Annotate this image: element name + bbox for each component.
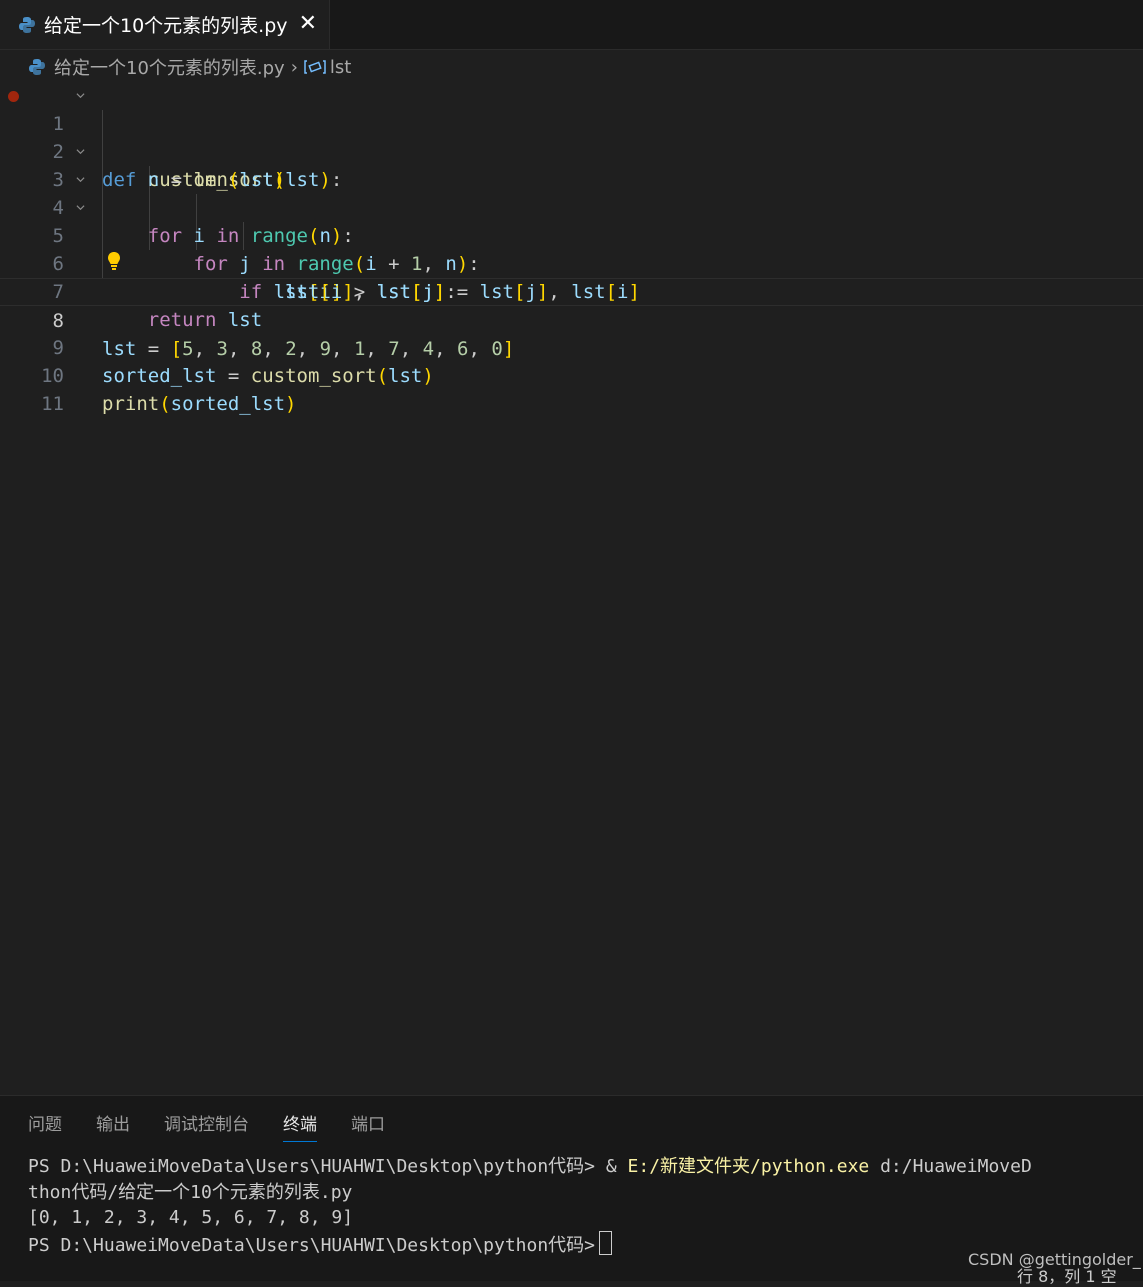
chevron-down-icon[interactable] bbox=[76, 91, 85, 100]
chevron-down-icon[interactable] bbox=[76, 147, 85, 156]
breadcrumb-file[interactable]: 给定一个10个元素的列表.py bbox=[54, 54, 285, 80]
terminal[interactable]: PS D:\HuaweiMoveData\Users\HUAHWI\Deskto… bbox=[28, 1154, 1032, 1258]
python-icon bbox=[19, 16, 35, 33]
code-line[interactable]: 10 print(sorted_lst) bbox=[0, 334, 1143, 415]
code-line[interactable]: 5 if lst[i] > lst[j]: bbox=[0, 194, 1143, 303]
chevron-down-icon[interactable] bbox=[76, 203, 85, 212]
code-line[interactable]: 1 def custom_sort(lst): bbox=[0, 82, 1143, 191]
code-line[interactable]: 11 bbox=[0, 362, 1143, 415]
code-editor[interactable]: 1 def custom_sort(lst): 2 n = len(lst) 3… bbox=[0, 82, 1143, 415]
terminal-cursor bbox=[599, 1230, 613, 1255]
variable-icon bbox=[304, 60, 326, 74]
tab-ports[interactable]: 端口 bbox=[351, 1110, 385, 1142]
code-line[interactable]: 6 lst[i], lst[j] = lst[j], lst[i] bbox=[0, 222, 1143, 303]
breakpoint-icon[interactable] bbox=[8, 91, 19, 102]
code-line[interactable]: 2 n = len(lst) bbox=[0, 110, 1143, 191]
code-line[interactable]: 4 for j in range(i + 1, n): bbox=[0, 166, 1143, 275]
breadcrumb-separator: › bbox=[290, 56, 298, 78]
tab-terminal[interactable]: 终端 bbox=[283, 1110, 317, 1142]
panel-tabs: 问题 输出 调试控制台 终端 端口 bbox=[28, 1110, 419, 1142]
code-line[interactable]: 7 return lst bbox=[0, 250, 1143, 331]
tab-title: 给定一个10个元素的列表.py bbox=[44, 15, 288, 37]
breadcrumb: 给定一个10个元素的列表.py › lst bbox=[28, 54, 351, 80]
code-line[interactable]: 9 sorted_lst = custom_sort(lst) bbox=[0, 306, 1143, 387]
tab-debug-console[interactable]: 调试控制台 bbox=[164, 1110, 249, 1142]
chevron-down-icon[interactable] bbox=[76, 175, 85, 184]
code-line-current[interactable]: 8 lst = [5, 3, 8, 2, 9, 1, 7, 4, 6, 0] bbox=[0, 278, 1143, 360]
breadcrumb-symbol[interactable]: lst bbox=[330, 57, 351, 78]
terminal-prompt: PS D:\HuaweiMoveData\Users\HUAHWI\Deskto… bbox=[28, 1234, 596, 1256]
line-number: 11 bbox=[41, 393, 64, 415]
code-line[interactable]: 3 for i in range(n): bbox=[0, 138, 1143, 247]
python-icon bbox=[29, 59, 45, 75]
lightbulb-icon[interactable] bbox=[106, 251, 122, 271]
terminal-prompt: PS D:\HuaweiMoveData\Users\HUAHWI\Deskto… bbox=[28, 1156, 628, 1177]
close-icon[interactable]: ✕ bbox=[299, 11, 317, 37]
terminal-output: [0, 1, 2, 3, 4, 5, 6, 7, 8, 9] bbox=[28, 1207, 354, 1228]
terminal-exe: E:/新建文件夹/python.exe bbox=[627, 1156, 870, 1177]
editor-tab[interactable]: 给定一个10个元素的列表.py ✕ bbox=[0, 0, 330, 49]
tab-problems[interactable]: 问题 bbox=[28, 1110, 62, 1142]
terminal-arg: d:/HuaweiMoveD bbox=[869, 1156, 1032, 1177]
code-text: print(sorted_lst) bbox=[102, 393, 297, 415]
terminal-line: thon代码/给定一个10个元素的列表.py bbox=[28, 1181, 353, 1203]
watermark: CSDN @gettingolder_ bbox=[968, 1250, 1141, 1269]
tab-bar: 给定一个10个元素的列表.py ✕ bbox=[0, 0, 1143, 50]
tab-output[interactable]: 输出 bbox=[96, 1110, 130, 1142]
